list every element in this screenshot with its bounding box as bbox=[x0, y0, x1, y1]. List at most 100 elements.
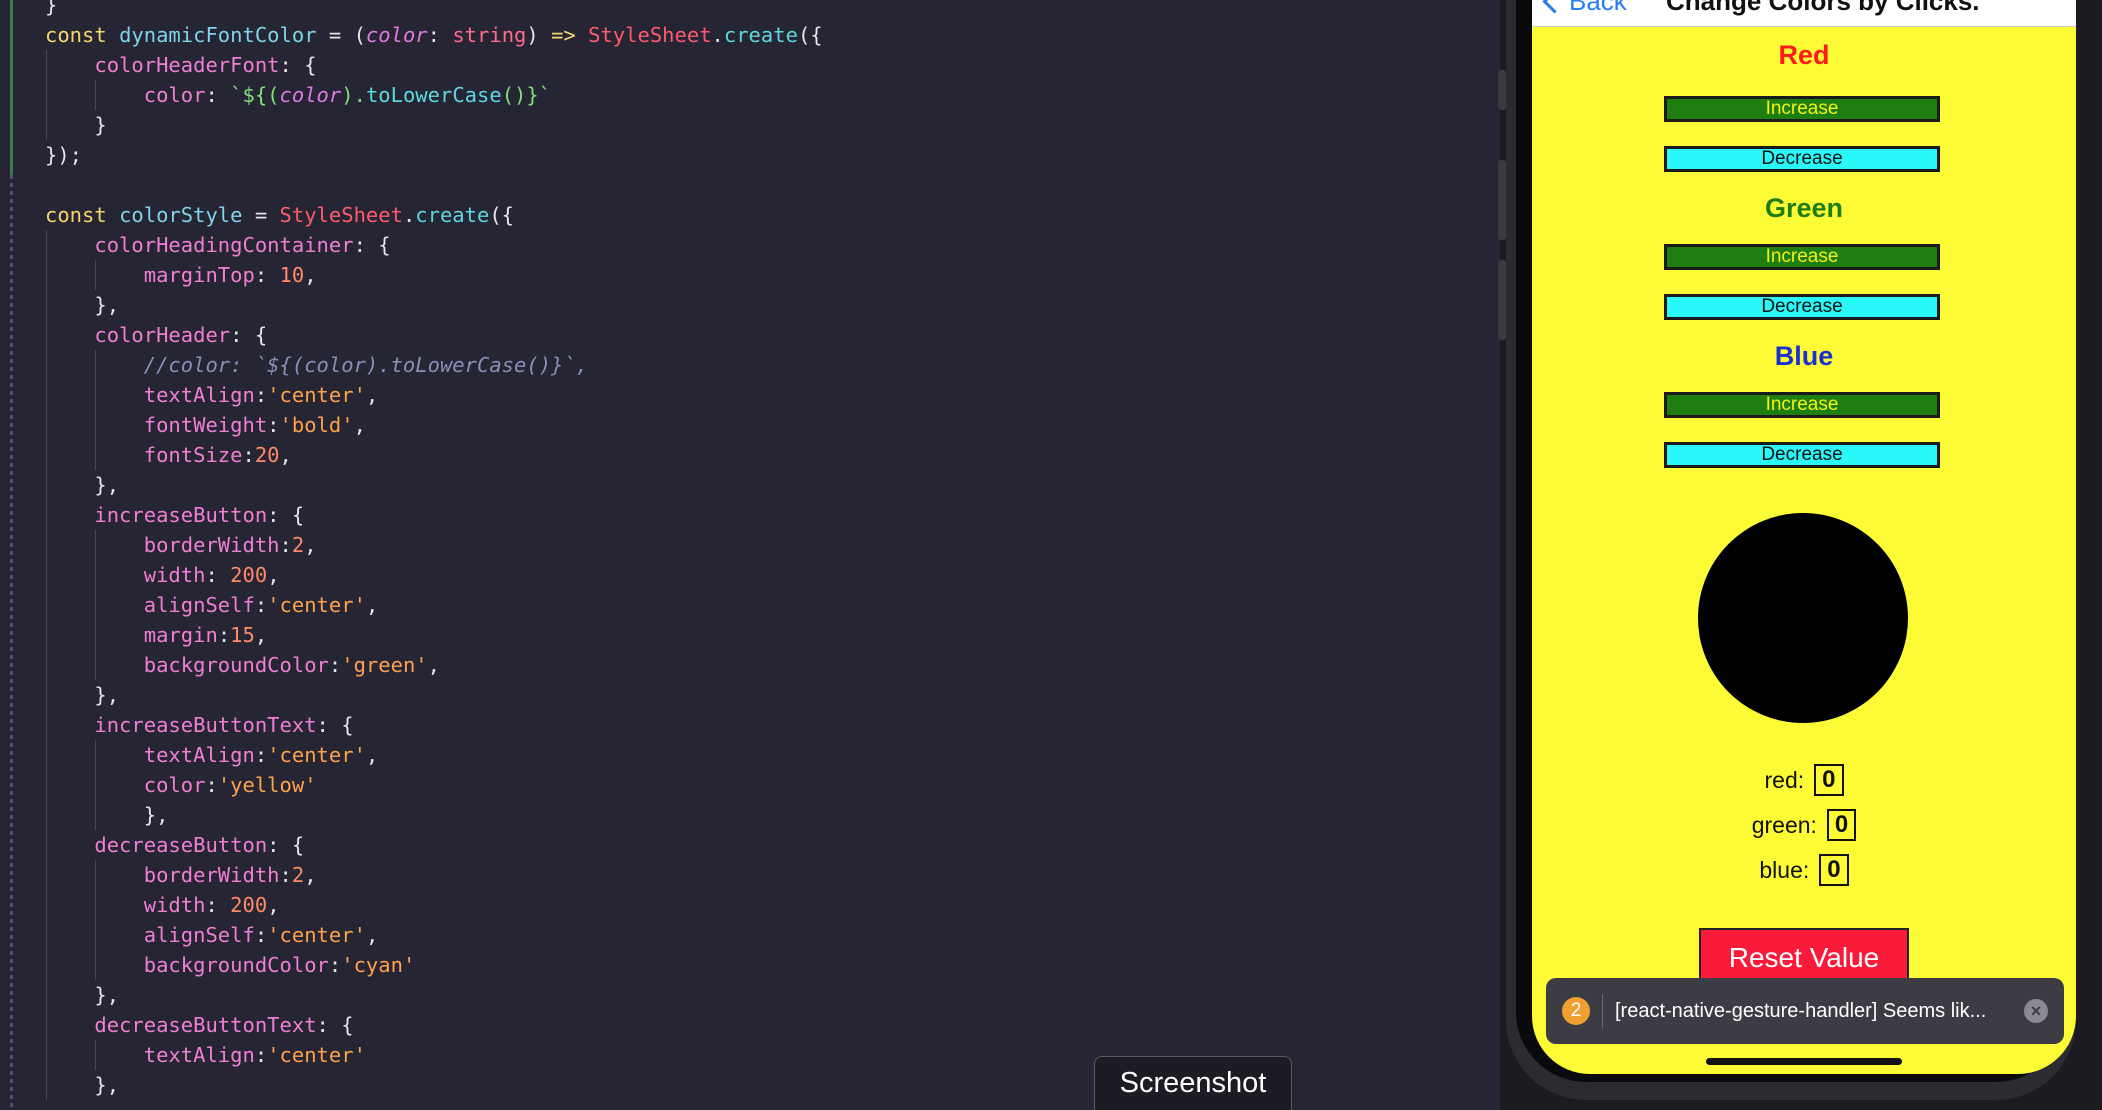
code-line[interactable]: alignSelf:'center', bbox=[45, 920, 823, 950]
code-content[interactable]: } const dynamicFontColor = (color: string… bbox=[45, 0, 823, 1100]
code-token: }, bbox=[45, 293, 120, 317]
warning-toast[interactable]: 2 [react-native-gesture-handler] Seems l… bbox=[1546, 978, 2064, 1044]
indent-guide bbox=[95, 860, 97, 890]
code-token: color bbox=[143, 773, 206, 797]
code-line[interactable]: }, bbox=[45, 680, 823, 710]
indent-guide bbox=[46, 680, 47, 710]
indent-guide bbox=[46, 620, 47, 650]
code-token: margin bbox=[143, 623, 218, 647]
code-line[interactable]: backgroundColor:'green', bbox=[45, 650, 823, 680]
code-line[interactable]: const colorStyle = StyleSheet.create({ bbox=[45, 200, 823, 230]
indent-guide bbox=[95, 260, 97, 290]
code-token: //color: `${(color).toLowerCase()}`, bbox=[143, 353, 589, 377]
indent-guide bbox=[46, 410, 47, 440]
code-line[interactable]: textAlign:'center', bbox=[45, 380, 823, 410]
code-line[interactable]: increaseButton: { bbox=[45, 500, 823, 530]
code-line[interactable]: width: 200, bbox=[45, 560, 823, 590]
chevron-left-icon bbox=[1542, 0, 1567, 14]
code-line[interactable]: }, bbox=[45, 980, 823, 1010]
code-line[interactable]: color:'yellow' bbox=[45, 770, 823, 800]
code-line[interactable]: }, bbox=[45, 1070, 823, 1100]
indent-guide bbox=[46, 1040, 47, 1070]
code-line[interactable]: color: `${(color).toLowerCase()}` bbox=[45, 80, 823, 110]
green-value-row: green: 0 bbox=[1532, 809, 2076, 841]
code-token: colorStyle bbox=[119, 203, 243, 227]
code-token: = ( bbox=[316, 23, 366, 47]
code-line[interactable]: colorHeadingContainer: { bbox=[45, 230, 823, 260]
code-line[interactable]: alignSelf:'center', bbox=[45, 590, 823, 620]
green-value: 0 bbox=[1826, 809, 1857, 841]
code-token: : bbox=[254, 743, 268, 767]
indent-guide bbox=[95, 740, 97, 770]
code-token: 'center' bbox=[267, 743, 366, 767]
code-line[interactable]: colorHeader: { bbox=[45, 320, 823, 350]
code-line[interactable]: borderWidth:2, bbox=[45, 530, 823, 560]
code-token: : bbox=[328, 653, 342, 677]
code-token: toLowerCase bbox=[365, 83, 502, 107]
code-token: } bbox=[45, 113, 107, 137]
code-line[interactable]: borderWidth:2, bbox=[45, 860, 823, 890]
indent-guide bbox=[46, 800, 47, 830]
code-token: : bbox=[254, 923, 268, 947]
indent-guide bbox=[95, 530, 97, 560]
code-line[interactable]: textAlign:'center' bbox=[45, 1040, 823, 1070]
code-line[interactable]: const dynamicFontColor = (color: string)… bbox=[45, 20, 823, 50]
code-token: 20 bbox=[254, 443, 280, 467]
indent-guide bbox=[95, 560, 97, 590]
code-line[interactable]: //color: `${(color).toLowerCase()}`, bbox=[45, 350, 823, 380]
blue-increase-button[interactable]: Increase bbox=[1664, 392, 1940, 418]
code-line[interactable]: }, bbox=[45, 470, 823, 500]
code-token: }, bbox=[45, 803, 169, 827]
blue-decrease-button[interactable]: Decrease bbox=[1664, 442, 1940, 468]
code-token: decreaseButton bbox=[94, 833, 268, 857]
code-line[interactable]: margin:15, bbox=[45, 620, 823, 650]
git-added-gutter bbox=[10, 175, 13, 1110]
code-line[interactable]: }, bbox=[45, 290, 823, 320]
code-token: : bbox=[205, 563, 231, 587]
code-line[interactable]: colorHeaderFont: { bbox=[45, 50, 823, 80]
home-indicator[interactable] bbox=[1706, 1058, 1902, 1065]
code-token: 'yellow' bbox=[217, 773, 317, 797]
code-line[interactable]: backgroundColor:'cyan' bbox=[45, 950, 823, 980]
code-line[interactable]: marginTop: 10, bbox=[45, 260, 823, 290]
code-token: . bbox=[402, 203, 416, 227]
back-button[interactable]: Back bbox=[1542, 0, 1627, 17]
red-increase-button[interactable]: Increase bbox=[1664, 96, 1940, 122]
code-line[interactable]: } bbox=[45, 0, 823, 20]
code-line[interactable]: decreaseButtonText: { bbox=[45, 1010, 823, 1040]
indent-guide bbox=[46, 1070, 47, 1100]
code-line[interactable]: fontWeight:'bold', bbox=[45, 410, 823, 440]
code-token: , bbox=[304, 263, 317, 287]
red-decrease-button[interactable]: Decrease bbox=[1664, 146, 1940, 172]
code-line[interactable]: } bbox=[45, 110, 823, 140]
code-token: width bbox=[143, 893, 206, 917]
indent-guide bbox=[95, 380, 97, 410]
code-editor[interactable]: } const dynamicFontColor = (color: string… bbox=[0, 0, 1500, 1110]
code-line[interactable]: }); bbox=[45, 140, 823, 170]
code-token: : { bbox=[279, 53, 317, 77]
green-decrease-button[interactable]: Decrease bbox=[1664, 294, 1940, 320]
code-line[interactable]: decreaseButton: { bbox=[45, 830, 823, 860]
code-line[interactable]: fontSize:20, bbox=[45, 440, 823, 470]
code-line[interactable]: increaseButtonText: { bbox=[45, 710, 823, 740]
code-token: ({ bbox=[489, 203, 515, 227]
code-token: : bbox=[205, 83, 231, 107]
code-line[interactable]: width: 200, bbox=[45, 890, 823, 920]
code-token: , bbox=[365, 593, 379, 617]
green-increase-button[interactable]: Increase bbox=[1664, 244, 1940, 270]
code-line[interactable] bbox=[45, 170, 823, 200]
code-line[interactable]: }, bbox=[45, 800, 823, 830]
close-icon[interactable]: × bbox=[2024, 999, 2048, 1023]
indent-guide bbox=[95, 80, 97, 110]
code-token: : bbox=[279, 863, 292, 887]
code-token: : { bbox=[353, 233, 391, 257]
code-line[interactable]: textAlign:'center', bbox=[45, 740, 823, 770]
indent-guide bbox=[46, 80, 47, 110]
